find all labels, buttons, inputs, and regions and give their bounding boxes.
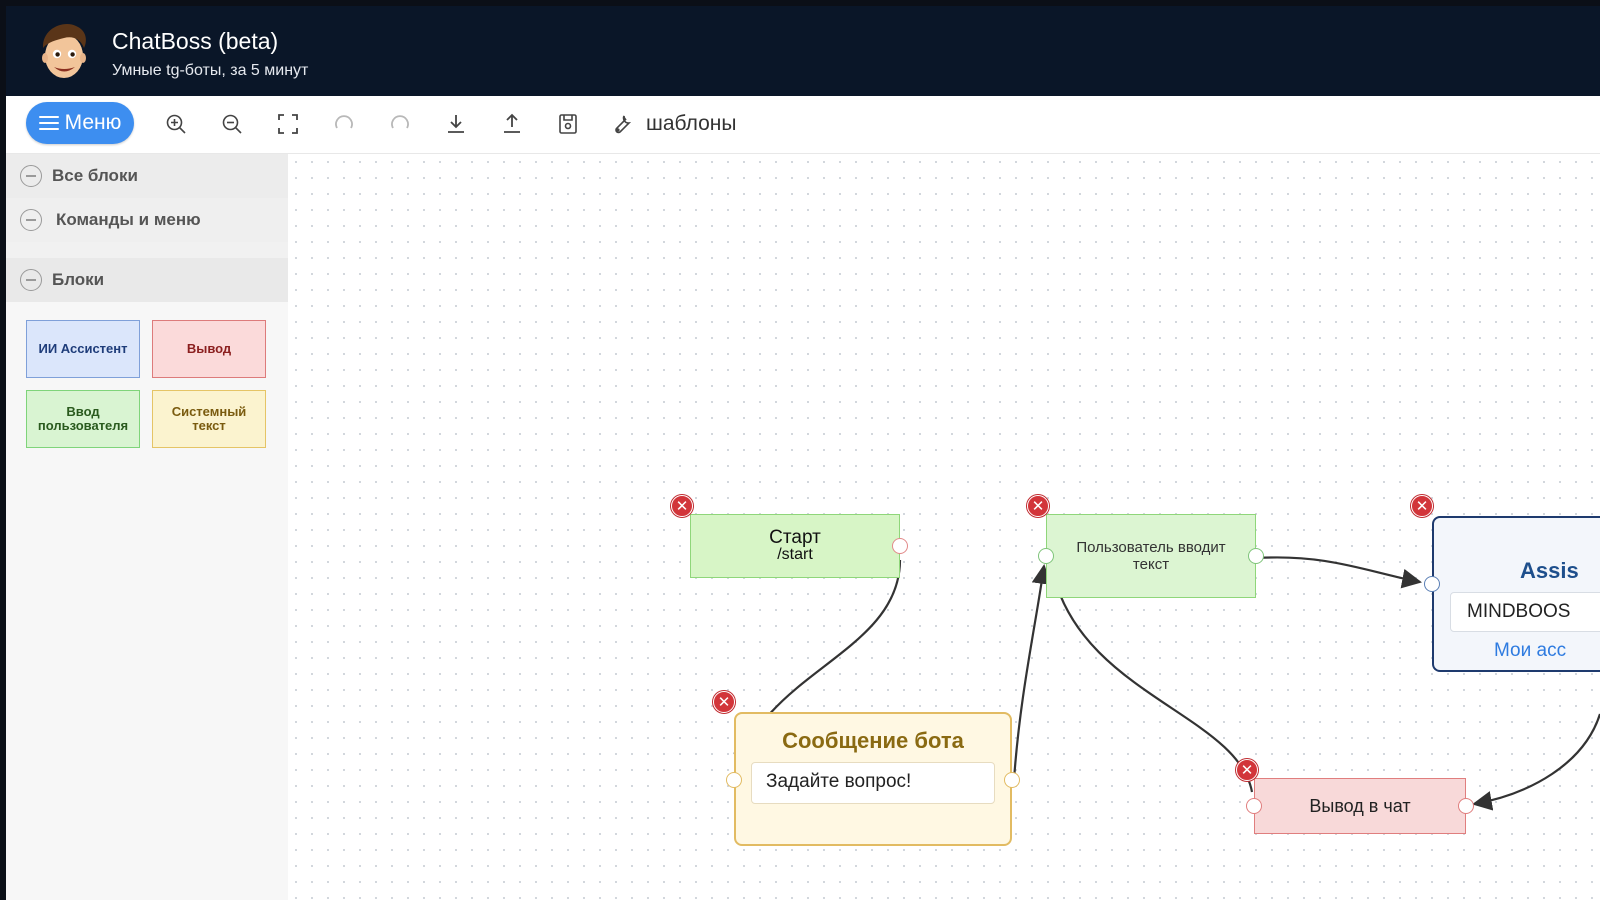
delete-node-start-icon[interactable]: ✕ — [671, 495, 693, 517]
delete-node-output-icon[interactable]: ✕ — [1236, 759, 1258, 781]
undo-icon[interactable] — [330, 110, 358, 138]
templates-link[interactable]: шаблоны — [646, 112, 736, 136]
sidebar-section-all-blocks[interactable]: Все блоки — [6, 154, 288, 198]
node-bot-message-title: Сообщение бота — [782, 728, 964, 753]
node-assistant-select[interactable]: MINDBOOS — [1450, 592, 1600, 632]
wrench-icon[interactable] — [608, 110, 636, 138]
port-user-input-out[interactable] — [1248, 548, 1264, 564]
flow-canvas[interactable]: Старт /start ✕ Пользователь вводит текст… — [288, 154, 1600, 900]
sidebar-section-commands[interactable]: Команды и меню — [6, 198, 288, 242]
edge-user-input-to-assistant — [1257, 556, 1422, 589]
sidebar-section-blocks[interactable]: Блоки — [6, 258, 288, 302]
collapse-icon — [20, 269, 42, 291]
port-user-input-in[interactable] — [1038, 548, 1054, 564]
node-output[interactable]: Вывод в чат — [1254, 778, 1466, 834]
delete-node-bot-message-icon[interactable]: ✕ — [713, 691, 735, 713]
palette-user-input[interactable]: Ввод пользователя — [26, 390, 140, 448]
delete-node-assistant-icon[interactable]: ✕ — [1411, 495, 1433, 517]
palette-output[interactable]: Вывод — [152, 320, 266, 378]
port-output-in[interactable] — [1246, 798, 1262, 814]
collapse-icon — [20, 209, 42, 231]
sidebar-section-label: Команды и меню — [56, 210, 201, 229]
menu-button[interactable]: Меню — [26, 102, 134, 144]
port-output-out[interactable] — [1458, 798, 1474, 814]
palette-system-text[interactable]: Системный текст — [152, 390, 266, 448]
sidebar: Все блоки Команды и меню Блоки ИИ Ассист… — [6, 154, 288, 900]
avatar-icon — [42, 24, 86, 78]
edge-bot-message-to-user-input — [1012, 564, 1052, 781]
delete-node-user-input-icon[interactable]: ✕ — [1027, 495, 1049, 517]
node-output-text: Вывод в чат — [1309, 795, 1411, 816]
block-palette: ИИ Ассистент Вывод Ввод пользователя Сис… — [6, 302, 288, 900]
node-assistant-title: Assis — [1520, 558, 1579, 583]
collapse-icon — [20, 165, 42, 187]
node-user-input[interactable]: Пользователь вводит текст — [1046, 514, 1256, 598]
menu-button-label: Меню — [64, 111, 122, 134]
node-user-input-text: Пользователь вводит текст — [1076, 539, 1226, 573]
app-subtitle: Умные tg-боты, за 5 минут — [112, 62, 309, 79]
node-start[interactable]: Старт /start — [690, 514, 900, 578]
toolbar: Меню шаблоны — [6, 96, 1600, 154]
palette-ai-assistant[interactable]: ИИ Ассистент — [26, 320, 140, 378]
sidebar-section-label: Все блоки — [52, 166, 138, 185]
app-title: ChatBoss (beta) — [112, 28, 279, 54]
sidebar-section-label: Блоки — [52, 270, 105, 289]
zoom-out-icon[interactable] — [218, 110, 246, 138]
redo-icon[interactable] — [386, 110, 414, 138]
fit-screen-icon[interactable] — [274, 110, 302, 138]
edge-output-to-user-input — [1045, 566, 1254, 793]
node-bot-message-input[interactable]: Задайте вопрос! — [751, 762, 995, 804]
upload-icon[interactable] — [498, 110, 526, 138]
port-start-out[interactable] — [892, 538, 908, 554]
zoom-in-icon[interactable] — [162, 110, 190, 138]
port-assistant-in[interactable] — [1424, 576, 1440, 592]
node-start-command: /start — [777, 546, 813, 563]
edge-assistant-to-output — [1472, 713, 1600, 811]
save-icon[interactable] — [554, 110, 582, 138]
port-bot-message-out[interactable] — [1004, 772, 1020, 788]
node-start-title: Старт — [769, 527, 821, 548]
app-header: ChatBoss (beta) Умные tg-боты, за 5 мину… — [6, 6, 1600, 96]
port-bot-message-in[interactable] — [726, 772, 742, 788]
node-assistant-link[interactable]: Мои асс — [1494, 640, 1566, 662]
node-bot-message[interactable]: Сообщение бота Задайте вопрос! — [734, 712, 1012, 846]
hamburger-icon — [38, 112, 59, 134]
download-icon[interactable] — [442, 110, 470, 138]
node-ai-assistant[interactable]: Assis MINDBOOS Мои асс — [1432, 516, 1600, 672]
